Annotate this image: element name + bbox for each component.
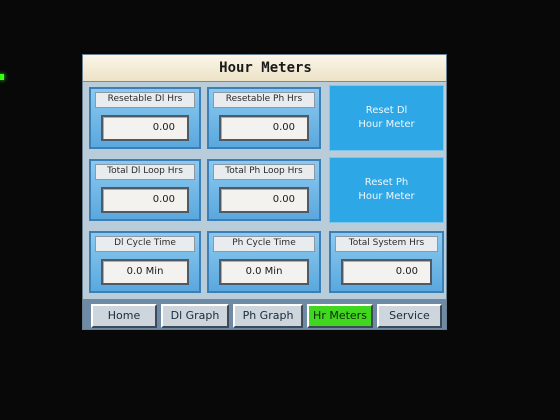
page-title: Hour Meters <box>83 55 446 82</box>
status-led <box>0 74 4 80</box>
total-dl-loop-hrs-panel: Total Dl Loop Hrs 0.00 <box>89 159 201 221</box>
ph-cycle-time-value: 0.0 Min <box>219 259 309 285</box>
ph-cycle-time-label: Ph Cycle Time <box>213 236 315 252</box>
tab-dl-graph[interactable]: Dl Graph <box>161 304 229 328</box>
total-ph-loop-hrs-panel: Total Ph Loop Hrs 0.00 <box>207 159 321 221</box>
tab-hr-meters[interactable]: Hr Meters <box>307 304 373 328</box>
reset-dl-button-line2: Hour Meter <box>358 119 415 130</box>
hmi-screen: Hour Meters Resetable Dl Hrs 0.00 Reseta… <box>82 54 447 330</box>
total-system-hrs-panel: Total System Hrs 0.00 <box>329 231 444 293</box>
resetable-dl-hrs-label: Resetable Dl Hrs <box>95 92 195 108</box>
total-ph-loop-hrs-label: Total Ph Loop Hrs <box>213 164 315 180</box>
reset-dl-hour-meter-button[interactable]: Reset Dl Hour Meter <box>329 85 444 151</box>
total-system-hrs-label: Total System Hrs <box>335 236 438 252</box>
reset-ph-button-line1: Reset Ph <box>364 177 409 188</box>
total-dl-loop-hrs-label: Total Dl Loop Hrs <box>95 164 195 180</box>
total-ph-loop-hrs-value: 0.00 <box>219 187 309 213</box>
resetable-ph-hrs-label: Resetable Ph Hrs <box>213 92 315 108</box>
total-dl-loop-hrs-value: 0.00 <box>101 187 189 213</box>
tab-service[interactable]: Service <box>377 304 442 328</box>
resetable-ph-hrs-value: 0.00 <box>219 115 309 141</box>
reset-ph-hour-meter-button[interactable]: Reset Ph Hour Meter <box>329 157 444 223</box>
tab-ph-graph[interactable]: Ph Graph <box>233 304 303 328</box>
nav-bar: Home Dl Graph Ph Graph Hr Meters Service <box>83 299 446 329</box>
dl-cycle-time-panel: Dl Cycle Time 0.0 Min <box>89 231 201 293</box>
resetable-dl-hrs-panel: Resetable Dl Hrs 0.00 <box>89 87 201 149</box>
dl-cycle-time-label: Dl Cycle Time <box>95 236 195 252</box>
resetable-ph-hrs-panel: Resetable Ph Hrs 0.00 <box>207 87 321 149</box>
reset-ph-button-line2: Hour Meter <box>358 191 415 202</box>
reset-dl-button-line1: Reset Dl <box>365 105 408 116</box>
tab-home[interactable]: Home <box>91 304 157 328</box>
ph-cycle-time-panel: Ph Cycle Time 0.0 Min <box>207 231 321 293</box>
total-system-hrs-value: 0.00 <box>341 259 432 285</box>
dl-cycle-time-value: 0.0 Min <box>101 259 189 285</box>
resetable-dl-hrs-value: 0.00 <box>101 115 189 141</box>
